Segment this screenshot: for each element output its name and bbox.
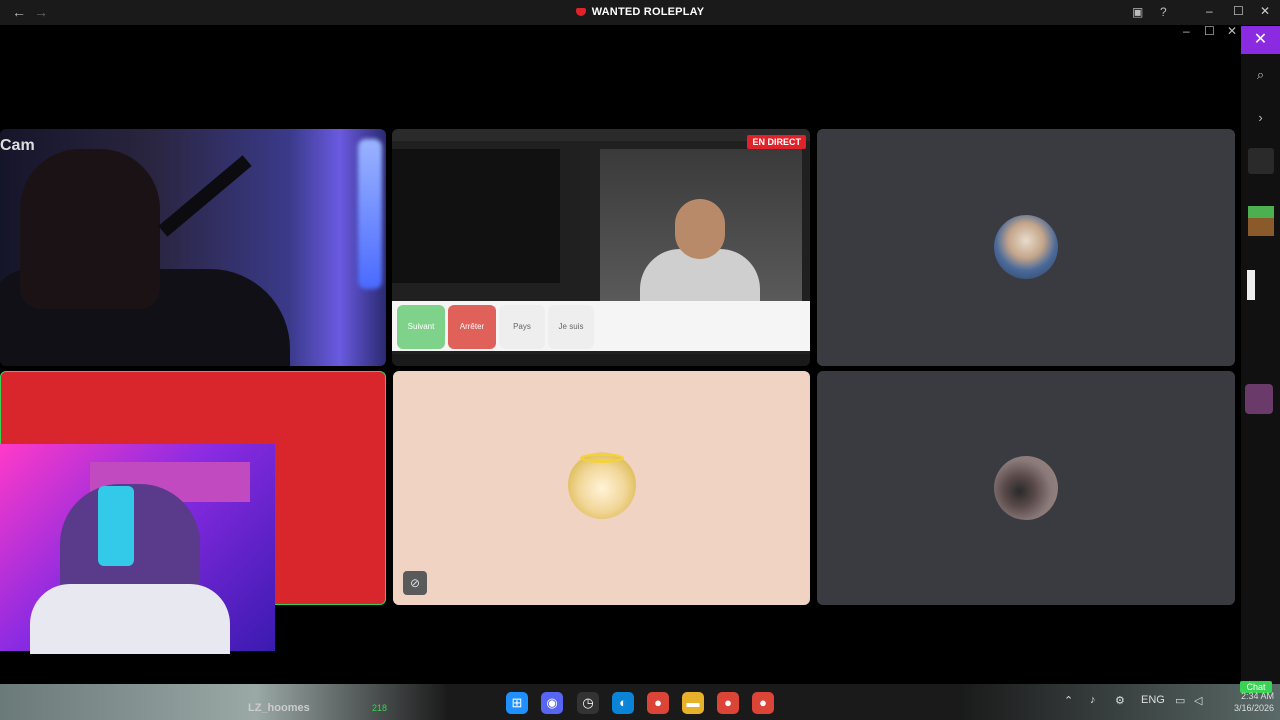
- avatar: [994, 215, 1058, 279]
- shared-iam-button: Je suis: [548, 305, 594, 349]
- app-title: WANTED ROLEPLAY: [0, 6, 1280, 18]
- file-explorer-icon[interactable]: ▬: [682, 692, 704, 714]
- edge-icon[interactable]: ◐: [612, 692, 634, 714]
- taskbar: [0, 684, 1280, 720]
- shared-stop-button: Arrêter: [448, 305, 496, 349]
- avatar: [568, 451, 636, 519]
- side-panel: [1241, 26, 1280, 720]
- person-video: [20, 149, 160, 309]
- cast-icon[interactable]: ▣: [1132, 5, 1143, 19]
- webcam-overlay: [0, 444, 275, 654]
- tile-label: Cam: [0, 137, 35, 154]
- search-icon[interactable]: ⌕: [1241, 67, 1280, 83]
- inner-maximize-button[interactable]: ☐: [1204, 24, 1215, 38]
- help-icon[interactable]: ?: [1160, 5, 1167, 19]
- server-icon[interactable]: [1241, 384, 1280, 414]
- microphone-icon[interactable]: ♪: [1090, 694, 1096, 706]
- inner-close-button[interactable]: ✕: [1227, 24, 1237, 38]
- video-tile-avatar-angel[interactable]: ⊘: [393, 371, 810, 605]
- shared-country-button: Pays: [499, 305, 545, 349]
- shared-discord-window: [392, 149, 560, 283]
- discord-icon[interactable]: ◉: [541, 692, 563, 714]
- microphone-arm: [158, 155, 252, 237]
- halo-icon: [580, 453, 624, 463]
- video-tile-avatar-old-man[interactable]: [817, 129, 1235, 366]
- video-tile-cam[interactable]: Cam: [0, 129, 386, 366]
- gta-game-icon[interactable]: [1241, 148, 1280, 174]
- close-button[interactable]: ✕: [1260, 4, 1270, 18]
- chrome-icon[interactable]: ●: [647, 692, 669, 714]
- muted-mic-icon: ⊘: [403, 571, 427, 595]
- shared-taskbar: [392, 354, 810, 366]
- minecraft-game-icon[interactable]: [1241, 206, 1280, 236]
- app-shortcut-icon[interactable]: [1241, 270, 1280, 300]
- video-tile-screenshare[interactable]: Suivant Arrêter Pays Je suis EN DIRECT: [392, 129, 810, 366]
- windows-start-icon[interactable]: ⊞: [506, 692, 528, 714]
- network-icon[interactable]: ▭: [1175, 694, 1185, 707]
- chrome-profile-icon[interactable]: ●: [717, 692, 739, 714]
- led-light: [358, 139, 382, 289]
- language-indicator[interactable]: ENG: [1141, 694, 1165, 706]
- app-title-text: WANTED ROLEPLAY: [591, 6, 705, 18]
- avatar: [994, 456, 1058, 520]
- live-badge: EN DIRECT: [747, 135, 806, 149]
- clock-time: 2:34 AM: [1240, 691, 1274, 701]
- shared-next-button: Suivant: [397, 305, 445, 349]
- taskbar-count: 218: [372, 703, 388, 713]
- wanted-logo-icon: [575, 8, 586, 17]
- volume-icon[interactable]: ◁: [1194, 694, 1202, 707]
- chevron-up-icon[interactable]: ⌃: [1064, 694, 1073, 707]
- panel-close-button[interactable]: ✕: [1241, 26, 1280, 54]
- minimize-button[interactable]: –: [1206, 4, 1213, 18]
- settings-tray-icon[interactable]: ⚙: [1115, 694, 1125, 707]
- person-head: [675, 199, 725, 259]
- maximize-button[interactable]: ☐: [1233, 4, 1244, 18]
- phone: [98, 486, 134, 566]
- chrome-alt-icon[interactable]: ●: [752, 692, 774, 714]
- chevron-right-icon[interactable]: ›: [1241, 110, 1280, 125]
- clock[interactable]: 2:34 AM 3/16/2026: [1218, 690, 1274, 714]
- video-tile-avatar-motorbike[interactable]: [817, 371, 1235, 605]
- title-bar: ← → WANTED ROLEPLAY ▣ ? – ☐ ✕: [0, 0, 1280, 25]
- inner-minimize-button[interactable]: –: [1183, 24, 1190, 38]
- shared-webcam-view: [600, 149, 802, 309]
- clock-date: 3/16/2026: [1233, 703, 1274, 713]
- person-shirt: [30, 584, 230, 654]
- clock-app-icon[interactable]: ◷: [577, 692, 599, 714]
- taskbar-user-label: LZ_hoomes: [248, 702, 310, 714]
